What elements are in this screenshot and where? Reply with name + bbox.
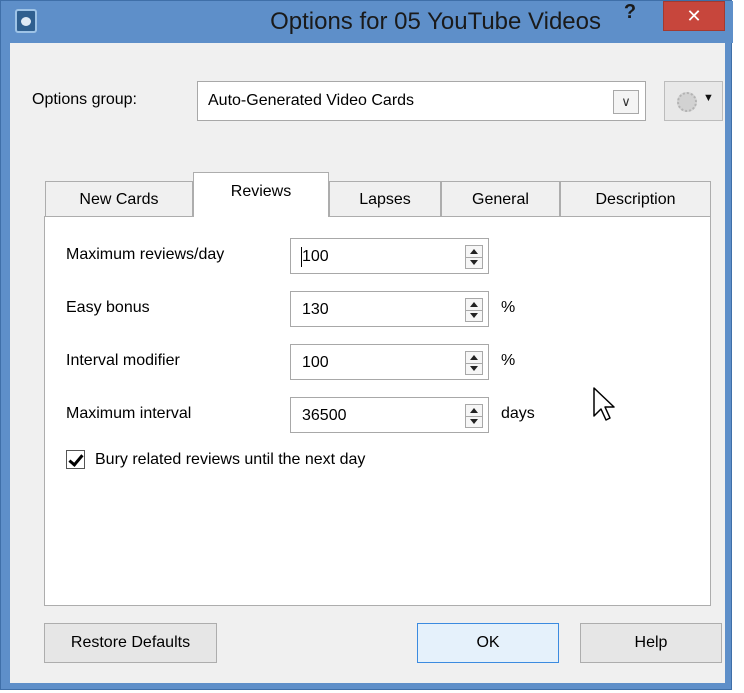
- easy-bonus-label: Easy bonus: [66, 299, 150, 316]
- dropdown-caret-icon: ▼: [703, 92, 714, 104]
- tab-description[interactable]: Description: [560, 181, 711, 216]
- maximum-reviews-label: Maximum reviews/day: [66, 246, 225, 263]
- maximum-interval-label: Maximum interval: [66, 405, 192, 422]
- interval-modifier-label: Interval modifier: [66, 352, 180, 369]
- easy-bonus-spinbox[interactable]: 130: [290, 291, 489, 327]
- easy-bonus-suffix: %: [501, 299, 516, 316]
- interval-modifier-spinbox[interactable]: 100: [290, 344, 489, 380]
- interval-modifier-suffix: %: [501, 352, 516, 369]
- tab-general[interactable]: General: [441, 181, 560, 216]
- maximum-reviews-spinbox[interactable]: 100: [290, 238, 489, 274]
- maximum-interval-value: 36500: [302, 407, 347, 424]
- options-group-value: Auto-Generated Video Cards: [208, 92, 415, 109]
- chevron-down-icon[interactable]: ∨: [613, 90, 639, 114]
- options-group-select[interactable]: Auto-Generated Video Cards ∨: [197, 81, 646, 121]
- spinner-arrows-icon[interactable]: [465, 404, 483, 428]
- bury-reviews-checkbox[interactable]: [66, 450, 85, 469]
- gear-icon: [677, 92, 697, 112]
- context-help-button[interactable]: ?: [619, 1, 641, 24]
- easy-bonus-value: 130: [302, 301, 329, 318]
- maximum-interval-suffix: days: [501, 405, 535, 422]
- tab-reviews[interactable]: Reviews: [193, 172, 329, 217]
- options-group-label: Options group:: [32, 91, 137, 108]
- maximum-reviews-value: 100: [302, 248, 329, 265]
- restore-defaults-button[interactable]: Restore Defaults: [44, 623, 217, 663]
- close-button[interactable]: ✕: [663, 1, 725, 31]
- spinner-arrows-icon[interactable]: [465, 298, 483, 322]
- maximum-interval-spinbox[interactable]: 36500: [290, 397, 489, 433]
- tab-lapses[interactable]: Lapses: [329, 181, 441, 216]
- title-bar[interactable]: Options for 05 YouTube Videos ? ✕: [1, 1, 733, 43]
- spinner-arrows-icon[interactable]: [465, 351, 483, 375]
- help-button[interactable]: Help: [580, 623, 722, 663]
- options-gear-button[interactable]: ▼: [664, 81, 723, 121]
- tab-new-cards[interactable]: New Cards: [45, 181, 193, 216]
- spinner-arrows-icon[interactable]: [465, 245, 483, 269]
- bury-reviews-label[interactable]: Bury related reviews until the next day: [95, 451, 365, 469]
- interval-modifier-value: 100: [302, 354, 329, 371]
- close-icon: ✕: [686, 6, 702, 26]
- mouse-pointer-icon: [593, 387, 615, 421]
- ok-button[interactable]: OK: [417, 623, 559, 663]
- window-title: Options for 05 YouTube Videos: [270, 8, 601, 35]
